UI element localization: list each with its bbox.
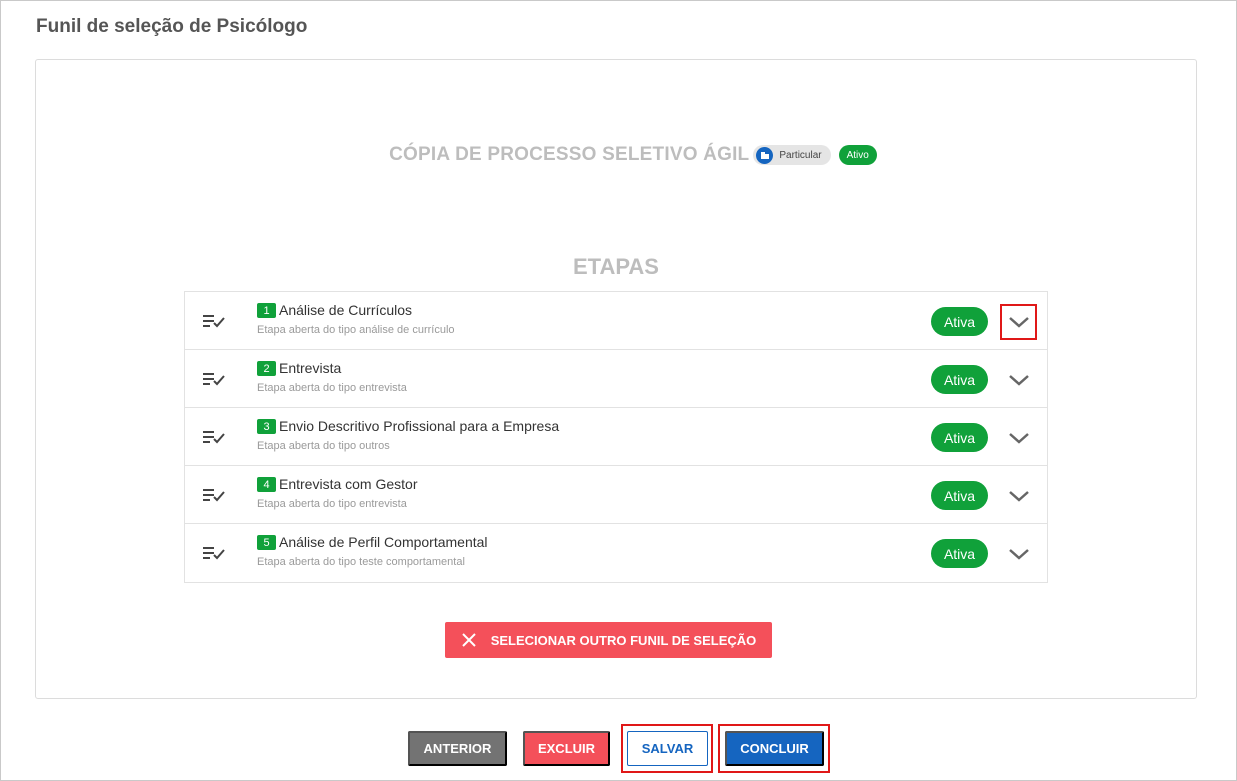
- chevron-down-icon: [1008, 375, 1029, 386]
- stage-status-badge: Ativa: [931, 481, 988, 510]
- process-header: CÓPIA DE PROCESSO SELETIVO ÁGIL Particul…: [36, 144, 1196, 166]
- playlist-check-icon: [203, 431, 225, 444]
- playlist-check-icon: [203, 547, 225, 560]
- delete-button[interactable]: EXCLUIR: [523, 731, 610, 766]
- stages-title: ETAPAS: [573, 254, 659, 279]
- stage-status-badge: Ativa: [931, 539, 988, 568]
- select-other-funnel-label: SELECIONAR OUTRO FUNIL DE SELEÇÃO: [490, 632, 757, 648]
- process-title: CÓPIA DE PROCESSO SELETIVO ÁGIL: [389, 144, 750, 165]
- stage-description: Etapa aberta do tipo outros: [257, 440, 390, 452]
- chevron-down-icon: [1008, 491, 1029, 502]
- stage-number: 3: [257, 419, 276, 434]
- stage-row: 3 Envio Descritivo Profissional para a E…: [185, 408, 1047, 466]
- playlist-check-icon: [203, 489, 225, 502]
- page-title: Funil de seleção de Psicólogo: [36, 16, 308, 37]
- stage-number: 5: [257, 535, 276, 550]
- stage-description: Etapa aberta do tipo análise de currícul…: [257, 324, 455, 336]
- stage-number: 2: [257, 361, 276, 376]
- stage-row: 1 Análise de Currículos Etapa aberta do …: [185, 292, 1047, 350]
- previous-button[interactable]: ANTERIOR: [408, 731, 507, 766]
- chevron-down-icon: [1008, 549, 1029, 560]
- chevron-down-icon: [1008, 317, 1029, 328]
- stage-row: 5 Análise de Perfil Comportamental Etapa…: [185, 524, 1047, 582]
- stage-number: 1: [257, 303, 276, 318]
- stage-description: Etapa aberta do tipo entrevista: [257, 498, 407, 510]
- close-icon: [462, 633, 476, 647]
- stages-list: 1 Análise de Currículos Etapa aberta do …: [184, 291, 1048, 583]
- type-badge-label: Particular: [779, 149, 822, 161]
- stage-status-badge: Ativa: [931, 307, 988, 336]
- stage-name: Entrevista com Gestor: [279, 476, 418, 492]
- finish-button[interactable]: CONCLUIR: [725, 731, 824, 766]
- stage-number: 4: [257, 477, 276, 492]
- chevron-down-icon: [1008, 433, 1029, 444]
- stage-name: Análise de Perfil Comportamental: [279, 534, 488, 550]
- expand-stage-button[interactable]: [1000, 478, 1037, 514]
- select-other-funnel-button[interactable]: SELECIONAR OUTRO FUNIL DE SELEÇÃO: [445, 622, 772, 658]
- stage-name: Entrevista: [279, 360, 342, 376]
- save-button[interactable]: SALVAR: [627, 731, 708, 766]
- funnel-card: CÓPIA DE PROCESSO SELETIVO ÁGIL Particul…: [35, 59, 1197, 699]
- building-icon: [756, 146, 774, 164]
- playlist-check-icon: [203, 315, 225, 328]
- stage-row: 4 Entrevista com Gestor Etapa aberta do …: [185, 466, 1047, 524]
- stage-name: Análise de Currículos: [279, 302, 413, 318]
- stage-name: Envio Descritivo Profissional para a Emp…: [279, 418, 560, 434]
- stage-status-badge: Ativa: [931, 365, 988, 394]
- expand-stage-button[interactable]: [1000, 304, 1037, 340]
- expand-stage-button[interactable]: [1000, 362, 1037, 398]
- stage-row: 2 Entrevista Etapa aberta do tipo entrev…: [185, 350, 1047, 408]
- stage-description: Etapa aberta do tipo entrevista: [257, 382, 407, 394]
- stage-description: Etapa aberta do tipo teste comportamenta…: [257, 556, 465, 568]
- expand-stage-button[interactable]: [1000, 420, 1037, 456]
- playlist-check-icon: [203, 373, 225, 386]
- stage-status-badge: Ativa: [931, 423, 988, 452]
- type-badge: Particular: [753, 145, 831, 165]
- process-status-badge: Ativo: [838, 145, 877, 165]
- expand-stage-button[interactable]: [1000, 536, 1037, 572]
